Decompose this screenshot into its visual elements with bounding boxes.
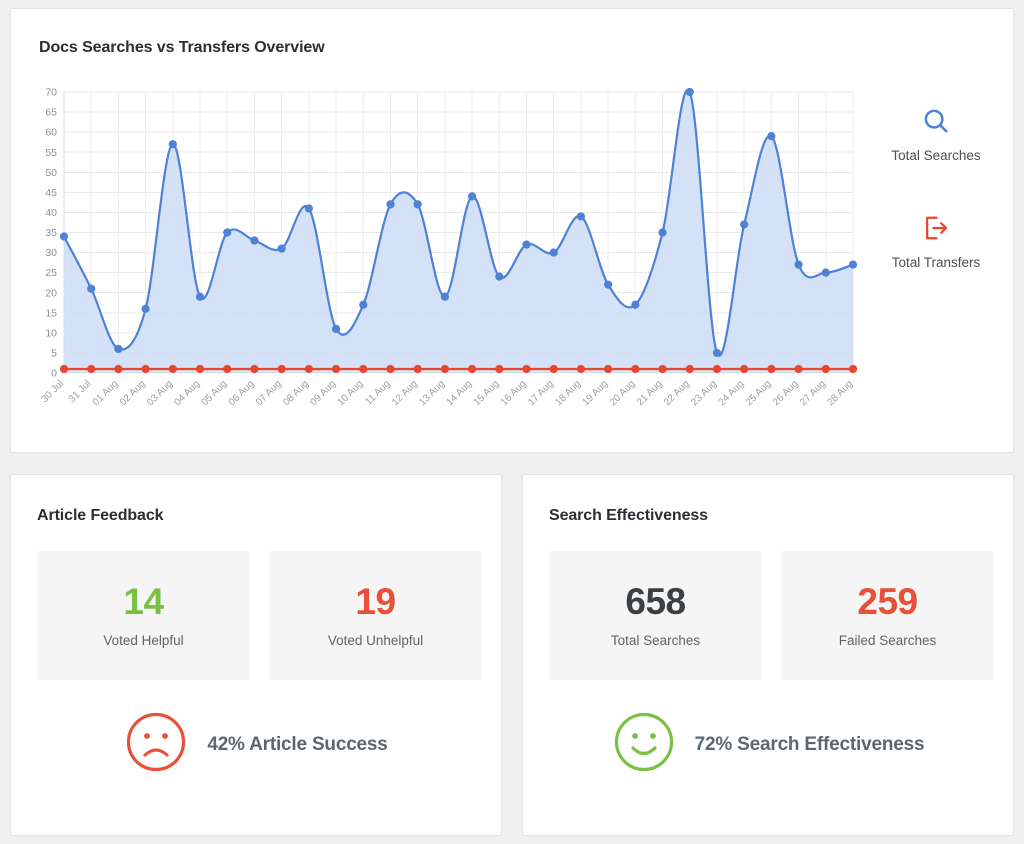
legend-label-total-searches: Total Searches <box>891 148 981 163</box>
search-icon <box>866 104 1006 138</box>
svg-text:70: 70 <box>45 87 57 99</box>
svg-text:65: 65 <box>45 107 57 119</box>
stat-voted-helpful: 14 Voted Helpful <box>37 551 250 680</box>
chart-svg: 0 5 10 15 20 25 30 35 40 45 50 55 60 65 70 30 Jul 31 Jul… <box>39 87 858 408</box>
search-effectiveness-stats: 658 Total Searches 259 Failed Searches <box>549 551 994 680</box>
svg-text:30 Jul: 30 Jul <box>39 378 66 405</box>
svg-text:60: 60 <box>45 127 57 139</box>
svg-text:45: 45 <box>45 187 57 199</box>
article-feedback-title: Article Feedback <box>37 507 164 524</box>
svg-text:26 Aug: 26 Aug <box>771 378 801 408</box>
svg-text:5: 5 <box>51 348 57 360</box>
article-feedback-stats: 14 Voted Helpful 19 Voted Unhelpful <box>37 551 482 680</box>
svg-text:05 Aug: 05 Aug <box>200 378 230 408</box>
happy-face-icon <box>612 710 676 779</box>
search-effectiveness-summary: 72% Search Effectiveness <box>523 710 1013 779</box>
svg-text:20 Aug: 20 Aug <box>608 378 638 408</box>
svg-text:04 Aug: 04 Aug <box>172 378 202 408</box>
svg-text:35: 35 <box>45 227 57 239</box>
chart-card-title: Docs Searches vs Transfers Overview <box>39 39 325 56</box>
article-feedback-card: Article Feedback 14 Voted Helpful 19 Vot… <box>10 474 502 836</box>
svg-text:23 Aug: 23 Aug <box>689 378 719 408</box>
svg-text:25: 25 <box>45 267 57 279</box>
svg-text:06 Aug: 06 Aug <box>227 378 257 408</box>
stat-value: 14 <box>123 581 164 622</box>
svg-text:16 Aug: 16 Aug <box>499 378 529 408</box>
svg-text:15 Aug: 15 Aug <box>472 378 502 408</box>
svg-text:27 Aug: 27 Aug <box>798 378 828 408</box>
stat-voted-unhelpful: 19 Voted Unhelpful <box>269 551 482 680</box>
svg-text:28 Aug: 28 Aug <box>825 378 855 408</box>
stat-label: Failed Searches <box>838 633 937 648</box>
legend-label-total-transfers: Total Transfers <box>891 255 981 270</box>
legend-item-total-transfers[interactable]: Total Transfers <box>866 211 1006 270</box>
line-chart: 0 5 10 15 20 25 30 35 40 45 50 55 60 65 70 30 Jul 31 Jul… <box>31 81 861 421</box>
svg-text:01 Aug: 01 Aug <box>91 378 121 408</box>
svg-text:10 Aug: 10 Aug <box>336 378 366 408</box>
searches-vs-transfers-card: Docs Searches vs Transfers Overview 0 5 10… <box>10 8 1014 453</box>
svg-text:18 Aug: 18 Aug <box>553 378 583 408</box>
svg-text:13 Aug: 13 Aug <box>417 378 447 408</box>
stat-value: 658 <box>625 581 686 622</box>
stat-label: Voted Helpful <box>103 633 184 648</box>
svg-text:55: 55 <box>45 147 57 159</box>
svg-text:12 Aug: 12 Aug <box>390 378 420 408</box>
svg-text:21 Aug: 21 Aug <box>635 378 665 408</box>
transfer-out-icon <box>866 211 1006 245</box>
svg-text:17 Aug: 17 Aug <box>526 378 556 408</box>
search-effectiveness-text: 72% Search Effectiveness <box>694 733 925 755</box>
article-success-summary: 42% Article Success <box>11 710 501 779</box>
search-effectiveness-card: Search Effectiveness 658 Total Searches … <box>522 474 1014 836</box>
svg-text:14 Aug: 14 Aug <box>444 378 474 408</box>
stat-failed-searches: 259 Failed Searches <box>781 551 994 680</box>
svg-text:22 Aug: 22 Aug <box>662 378 692 408</box>
search-effectiveness-title: Search Effectiveness <box>549 507 708 524</box>
svg-text:09 Aug: 09 Aug <box>308 378 338 408</box>
svg-text:40: 40 <box>45 207 57 219</box>
article-success-text: 42% Article Success <box>207 733 388 755</box>
stat-value: 19 <box>355 581 396 622</box>
svg-text:11 Aug: 11 Aug <box>363 378 392 407</box>
sad-face-icon <box>124 710 188 779</box>
svg-text:07 Aug: 07 Aug <box>254 378 284 408</box>
svg-text:03 Aug: 03 Aug <box>145 378 175 408</box>
svg-text:08 Aug: 08 Aug <box>281 378 311 408</box>
svg-text:25 Aug: 25 Aug <box>744 378 774 408</box>
svg-text:15: 15 <box>45 307 57 319</box>
dashboard-page: Docs Searches vs Transfers Overview 0 5 10… <box>0 0 1024 844</box>
legend-item-total-searches[interactable]: Total Searches <box>866 104 1006 163</box>
svg-text:0: 0 <box>51 368 57 380</box>
svg-text:30: 30 <box>45 247 57 259</box>
chart-legend: Total Searches Total Transfers <box>866 104 1006 270</box>
svg-text:31 Jul: 31 Jul <box>67 378 94 405</box>
svg-text:24 Aug: 24 Aug <box>716 378 746 408</box>
svg-text:20: 20 <box>45 287 57 299</box>
stat-total-searches: 658 Total Searches <box>549 551 762 680</box>
svg-text:10: 10 <box>45 327 57 339</box>
svg-text:02 Aug: 02 Aug <box>118 378 148 408</box>
svg-text:50: 50 <box>45 167 57 179</box>
stat-label: Total Searches <box>610 633 701 648</box>
stat-label: Voted Unhelpful <box>327 633 424 648</box>
svg-text:19 Aug: 19 Aug <box>580 378 610 408</box>
stat-value: 259 <box>857 581 918 622</box>
